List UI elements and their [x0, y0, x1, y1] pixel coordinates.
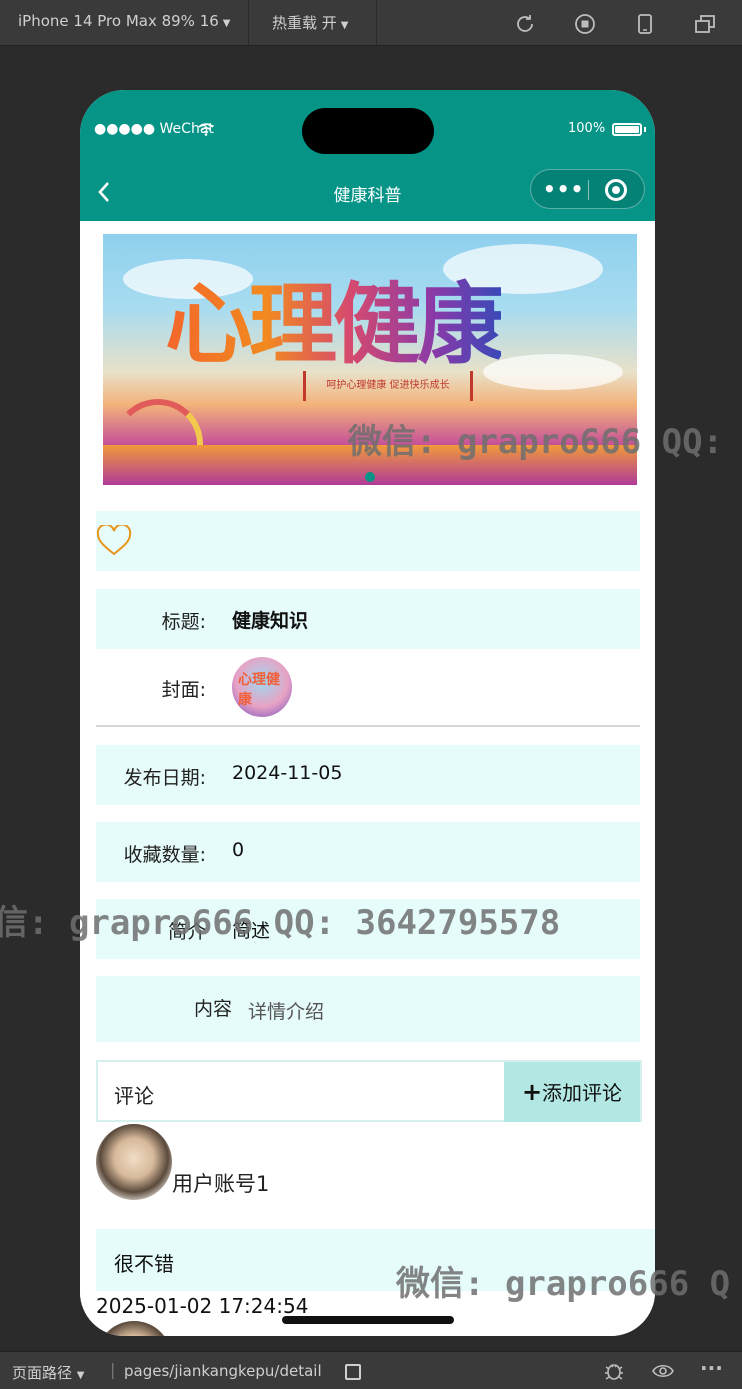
watermark: 微信: grapro666 QQ:	[348, 422, 724, 462]
content-row: 内容 详情介绍	[96, 976, 640, 1042]
close-miniprogram-icon[interactable]	[605, 179, 627, 201]
plus-icon: +	[521, 1078, 543, 1106]
banner-headline: 心理健康	[165, 254, 505, 381]
date-label: 发布日期:	[123, 767, 206, 789]
mini-program-capsule: •••	[530, 169, 645, 209]
eye-icon[interactable]	[651, 1361, 675, 1381]
date-row: 发布日期: 2024-11-05	[96, 745, 640, 805]
page-path-value: pages/jiankangkepu/detail	[124, 1362, 322, 1380]
comment-text: 很不错	[114, 1252, 174, 1276]
phone-preview-icon[interactable]	[634, 13, 656, 35]
page-path-select[interactable]: 页面路径 ▼	[12, 1362, 85, 1383]
detach-window-icon[interactable]	[694, 13, 716, 35]
hot-reload-select[interactable]: 热重载 开 ▼	[272, 12, 348, 33]
avatar	[96, 1321, 172, 1336]
comment-username: 用户账号1	[172, 1172, 270, 1196]
date-value: 2024-11-05	[232, 762, 343, 784]
battery-nub	[644, 127, 646, 132]
cover-thumbnail[interactable]: 心理健康	[232, 657, 292, 717]
battery-percent: 100%	[568, 121, 606, 136]
home-indicator	[282, 1316, 454, 1324]
heart-icon[interactable]	[96, 525, 132, 557]
phone-simulator: ●●●●● WeChat 100% 健康科普 ••• 心理健康 呵护心理健康 促…	[80, 90, 655, 1336]
device-select-label: iPhone 14 Pro Max 89% 16	[18, 12, 219, 30]
comments-header: 评论 +添加评论	[96, 1060, 642, 1122]
path-divider: |	[110, 1360, 116, 1379]
add-comment-label: 添加评论	[542, 1081, 623, 1105]
avatar	[96, 1124, 172, 1200]
watermark: 信: grapro666 QQ: 3642795578	[0, 903, 561, 943]
chevron-down-icon: ▼	[222, 18, 231, 29]
wifi-icon	[198, 123, 214, 136]
stop-icon[interactable]	[574, 13, 596, 35]
chevron-down-icon: ▼	[340, 20, 349, 31]
carousel-indicator[interactable]	[365, 472, 375, 482]
add-comment-button[interactable]: +添加评论	[504, 1062, 640, 1122]
favorite-row	[96, 511, 640, 571]
bug-icon[interactable]	[602, 1361, 626, 1381]
favorites-label: 收藏数量:	[123, 844, 206, 866]
device-select[interactable]: iPhone 14 Pro Max 89% 16 ▼	[18, 12, 231, 30]
devtools-statusbar: 页面路径 ▼ | pages/jiankangkepu/detail ···	[0, 1351, 742, 1389]
refresh-icon[interactable]	[514, 13, 536, 35]
title-row: 标题: 健康知识	[96, 589, 640, 649]
more-icon[interactable]: •••	[543, 177, 584, 201]
toolbar-divider	[376, 0, 377, 46]
detail-content: 心理健康 呵护心理健康 促进快乐成长 标题: 健康知识 封面: 心理健康 发布日…	[80, 221, 655, 1336]
devtools-toolbar: iPhone 14 Pro Max 89% 16 ▼ 热重载 开 ▼	[0, 0, 742, 46]
favorites-count-row: 收藏数量: 0	[96, 822, 640, 882]
favorites-value: 0	[232, 839, 245, 861]
banner-subline: 呵护心理健康 促进快乐成长	[303, 371, 473, 401]
page-path-label: 页面路径	[12, 1364, 73, 1382]
copy-icon[interactable]	[345, 1364, 361, 1380]
hot-reload-label: 热重载 开	[272, 14, 337, 32]
cover-row: 封面: 心理健康	[96, 651, 640, 727]
nav-bar: 健康科普 •••	[80, 163, 655, 221]
battery-icon	[612, 123, 642, 136]
title-label: 标题:	[161, 611, 206, 633]
dynamic-island	[302, 108, 434, 154]
title-value: 健康知识	[232, 610, 309, 632]
toolbar-divider	[248, 0, 249, 46]
more-options-icon[interactable]: ···	[700, 1356, 723, 1380]
banner-cloud	[483, 354, 623, 390]
content-label: 内容	[193, 998, 232, 1020]
content-value: 详情介绍	[248, 1001, 325, 1023]
capsule-divider	[588, 180, 589, 200]
carrier-signal: ●●●●● WeChat	[94, 121, 214, 137]
comments-label: 评论	[114, 1084, 154, 1108]
cover-thumbnail-text: 心理健康	[238, 672, 280, 708]
chevron-down-icon: ▼	[76, 1370, 85, 1381]
cover-label: 封面:	[161, 679, 206, 701]
watermark: 微信: grapro666 Q	[396, 1264, 731, 1304]
comment-time: 2025-01-02 17:24:54	[96, 1294, 309, 1318]
